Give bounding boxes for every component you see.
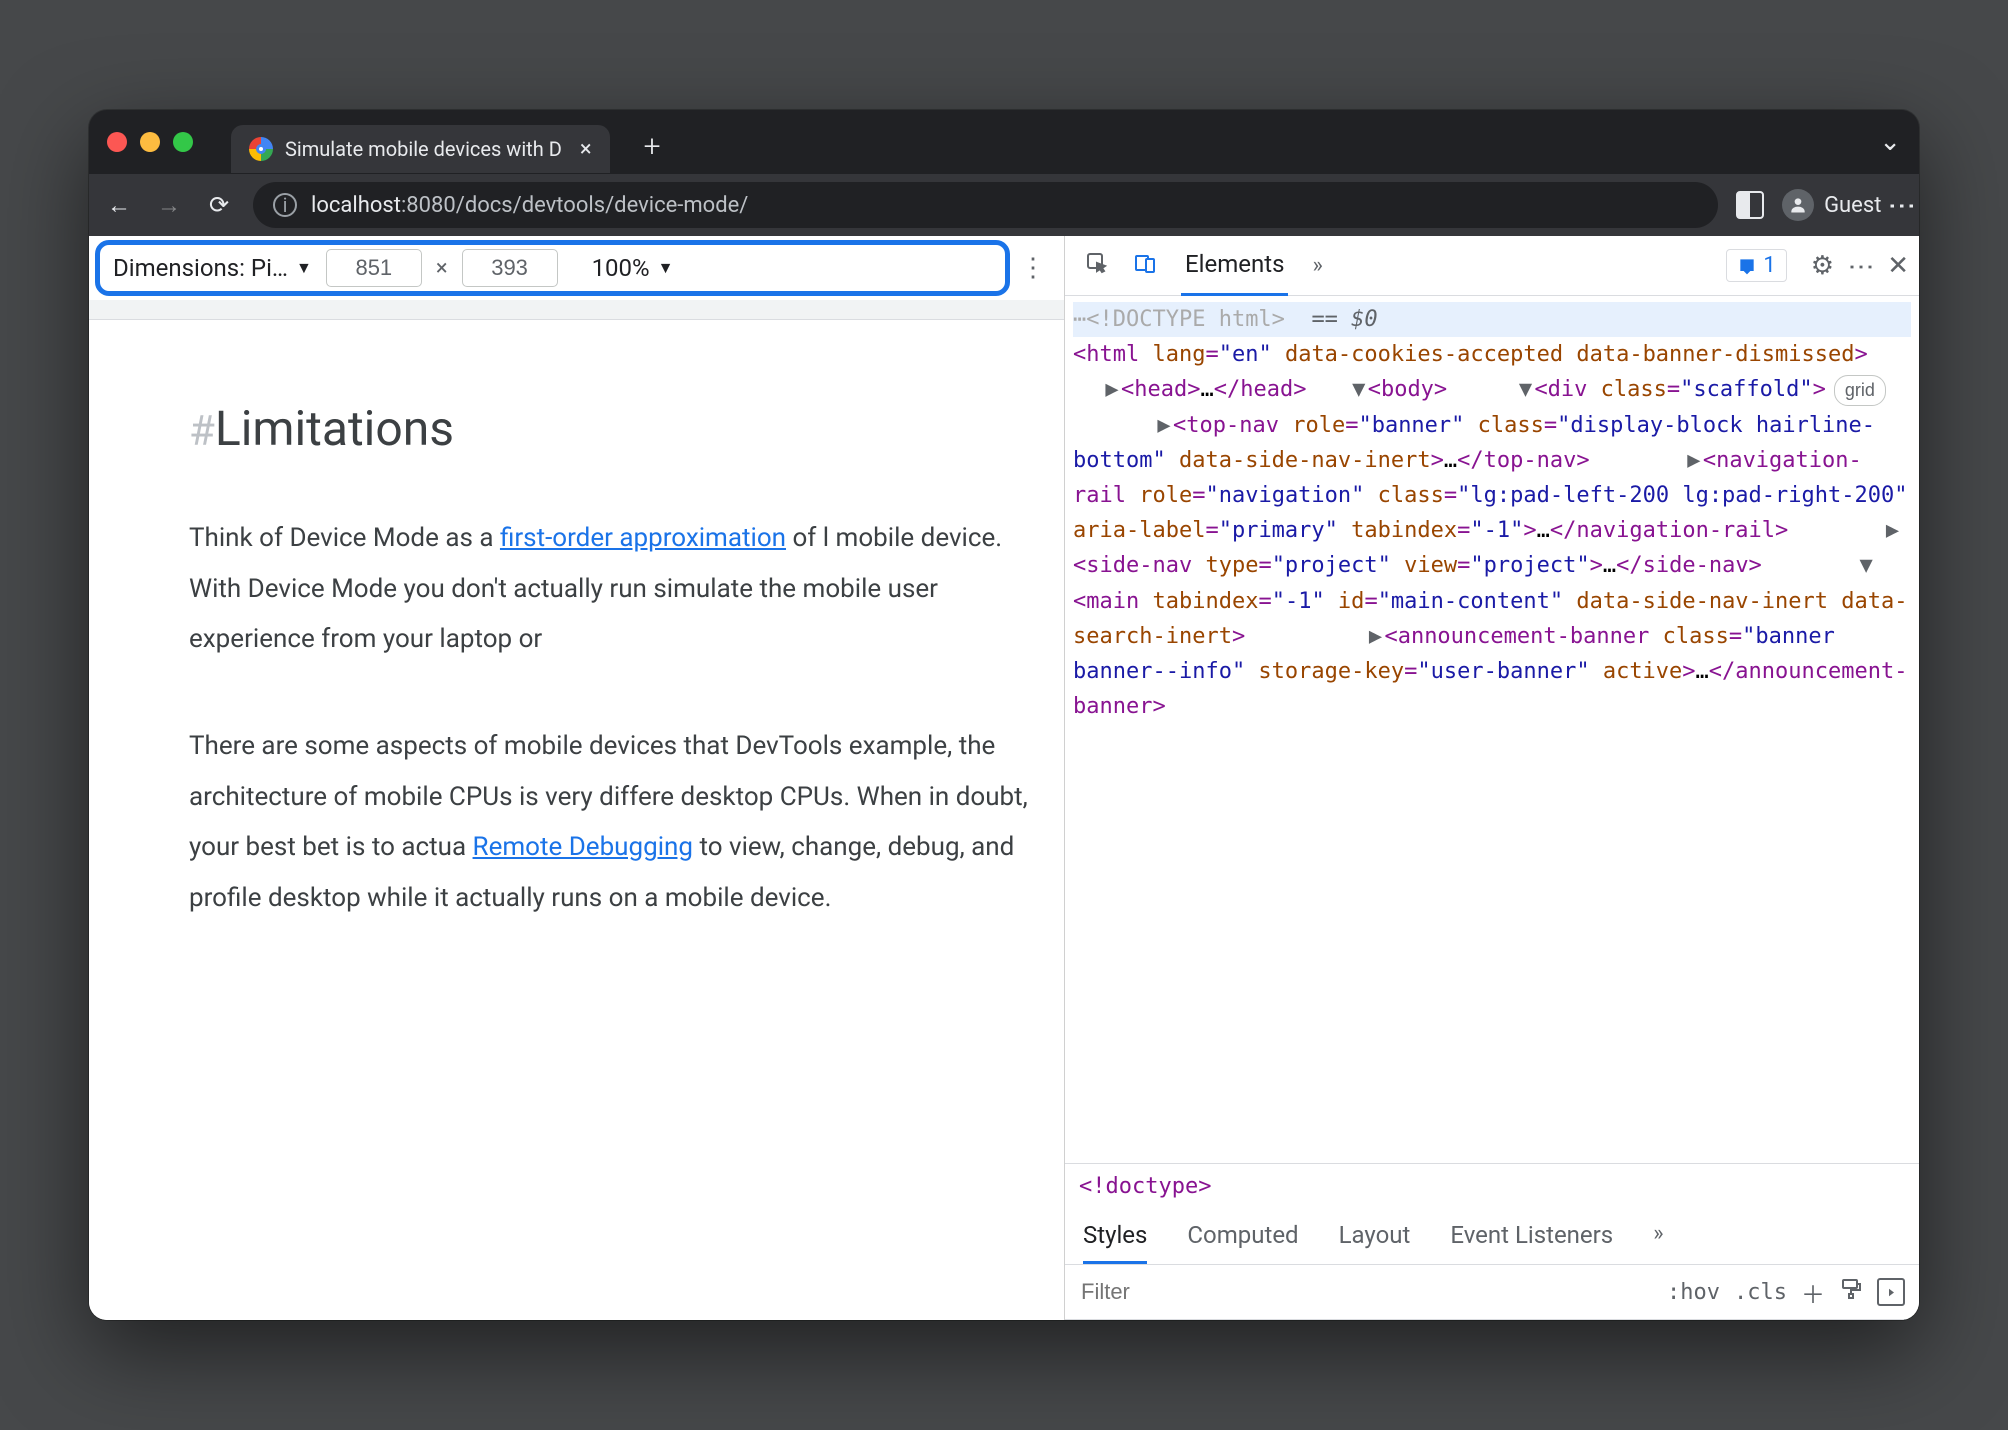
tabs-chevron-button[interactable]: ⌄: [1879, 127, 1901, 157]
back-button[interactable]: ←: [103, 191, 135, 220]
address-bar: ← → ⟳ i localhost:8080/docs/devtools/dev…: [89, 174, 1919, 236]
titlebar: Simulate mobile devices with D × + ⌄: [89, 110, 1919, 174]
issues-count: 1: [1763, 253, 1775, 278]
profile-label: Guest: [1824, 193, 1881, 218]
dom-node-html[interactable]: <html lang="en" data-cookies-accepted da…: [1073, 342, 1868, 367]
profile-button[interactable]: Guest: [1782, 189, 1881, 221]
inspect-element-icon[interactable]: [1085, 251, 1109, 281]
tab-close-button[interactable]: ×: [580, 137, 592, 162]
site-info-icon[interactable]: i: [273, 193, 297, 217]
traffic-lights: [107, 132, 193, 152]
zoom-label: 100%: [592, 254, 650, 282]
forward-button[interactable]: →: [153, 191, 185, 220]
device-mode-icon[interactable]: [1133, 251, 1157, 281]
heading-anchor[interactable]: #: [189, 407, 215, 456]
reload-button[interactable]: ⟳: [203, 191, 235, 219]
page-heading: Limitations: [215, 400, 454, 457]
zoom-dropdown[interactable]: 100% ▼: [592, 254, 674, 282]
devtools-toolbar: Elements » 1 ⚙ ⋮ ✕: [1065, 236, 1919, 296]
hov-button[interactable]: :hov: [1667, 1280, 1720, 1305]
url-bar[interactable]: i localhost:8080/docs/devtools/device-mo…: [253, 182, 1718, 228]
styles-filter-row: :hov .cls ＋: [1065, 1265, 1919, 1320]
dom-tree[interactable]: ⋯<!DOCTYPE html> == $0 <html lang="en" d…: [1065, 296, 1919, 1163]
chevron-down-icon: ▼: [658, 258, 674, 278]
tab-title: Simulate mobile devices with D: [285, 137, 562, 161]
devtools-close-button[interactable]: ✕: [1887, 251, 1909, 281]
browser-window: Simulate mobile devices with D × + ⌄ ← →…: [89, 110, 1919, 1320]
dimension-times: ×: [436, 256, 448, 281]
new-style-rule-button[interactable]: ＋: [1801, 1275, 1825, 1310]
chrome-logo-icon: [249, 137, 273, 161]
cls-button[interactable]: .cls: [1734, 1280, 1787, 1305]
tab-styles[interactable]: Styles: [1083, 1209, 1147, 1264]
chevron-down-icon: ▼: [296, 258, 312, 278]
tab-layout[interactable]: Layout: [1339, 1209, 1411, 1264]
url-path: :8080/docs/devtools/device-mode/: [401, 193, 748, 218]
paragraph-2: There are some aspects of mobile devices…: [189, 721, 1029, 924]
tab-elements[interactable]: Elements: [1181, 250, 1288, 296]
more-tabs-button[interactable]: »: [1312, 253, 1322, 278]
device-toolbar: Dimensions: Pi… ▼ × 100% ▼ ⋮: [89, 236, 1064, 300]
browser-tab[interactable]: Simulate mobile devices with D ×: [231, 125, 610, 173]
devtools-pane: Elements » 1 ⚙ ⋮ ✕ ⋯<!DOCTYPE html> == $…: [1065, 236, 1919, 1320]
avatar-icon: [1782, 189, 1814, 221]
grid-badge[interactable]: grid: [1834, 375, 1886, 406]
dom-node-head[interactable]: ▶<head>…</head>: [1073, 377, 1306, 402]
dimensions-label: Dimensions: Pi…: [113, 254, 288, 282]
new-tab-button[interactable]: +: [644, 129, 661, 164]
chrome-menu-button[interactable]: ⋮: [1899, 192, 1905, 218]
dimensions-dropdown[interactable]: Dimensions: Pi… ▼: [105, 254, 312, 282]
window-minimize-button[interactable]: [140, 132, 160, 152]
styles-filter-input[interactable]: [1079, 1273, 1459, 1311]
tab-computed[interactable]: Computed: [1187, 1209, 1298, 1264]
dom-breadcrumb[interactable]: <!doctype>: [1065, 1163, 1919, 1209]
side-panel-button[interactable]: [1736, 191, 1764, 219]
approximation-link[interactable]: first-order approximation: [500, 523, 786, 553]
dom-node-doctype[interactable]: ⋯<!DOCTYPE html> == $0: [1073, 302, 1911, 337]
tab-event-listeners[interactable]: Event Listeners: [1450, 1209, 1613, 1264]
rendered-page: #Limitations Think of Device Mode as a f…: [89, 320, 1064, 1320]
ruler: [89, 300, 1064, 320]
remote-debugging-link[interactable]: Remote Debugging: [473, 832, 693, 862]
devtools-menu-button[interactable]: ⋮: [1858, 254, 1863, 278]
gear-icon[interactable]: ⚙: [1811, 251, 1834, 281]
page-viewport-pane: Dimensions: Pi… ▼ × 100% ▼ ⋮ #Limitation…: [89, 236, 1065, 1320]
issues-button[interactable]: 1: [1726, 249, 1786, 282]
window-close-button[interactable]: [107, 132, 127, 152]
content-row: Dimensions: Pi… ▼ × 100% ▼ ⋮ #Limitation…: [89, 236, 1919, 1320]
device-toolbar-menu-button[interactable]: ⋮: [1020, 253, 1048, 283]
dom-node-div-scaffold[interactable]: ▼<div class="scaffold">grid: [1460, 377, 1885, 402]
height-input[interactable]: [462, 249, 558, 287]
computed-styles-sidebar-button[interactable]: [1877, 1278, 1905, 1306]
paragraph-1: Think of Device Mode as a first-order ap…: [189, 513, 1029, 665]
dom-node-body[interactable]: ▼<body>: [1320, 377, 1447, 402]
window-maximize-button[interactable]: [173, 132, 193, 152]
url-host: localhost: [311, 193, 401, 218]
width-input[interactable]: [326, 249, 422, 287]
paint-icon[interactable]: [1839, 1277, 1863, 1307]
more-styles-tabs-button[interactable]: »: [1653, 1209, 1663, 1264]
styles-tabs: Styles Computed Layout Event Listeners »: [1065, 1209, 1919, 1265]
